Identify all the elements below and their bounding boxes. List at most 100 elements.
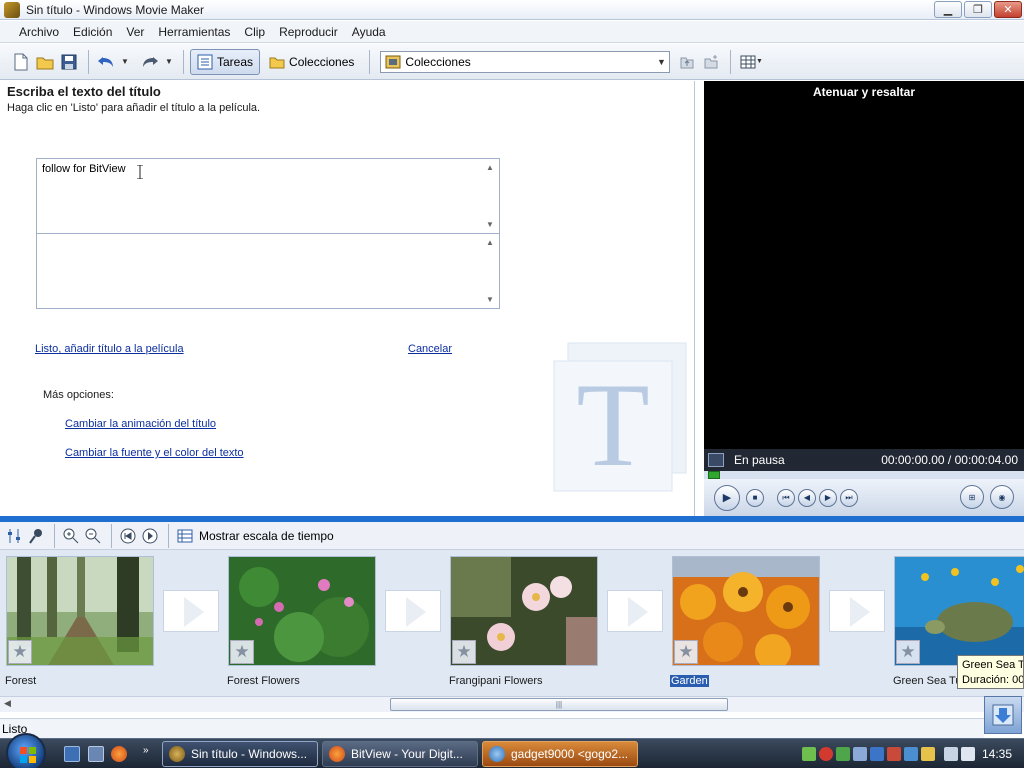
split-clip-button[interactable]: ⊞ (960, 485, 984, 509)
save-project-button[interactable] (58, 51, 80, 73)
show-timeline-icon-wrap[interactable] (175, 526, 195, 546)
transition-slot[interactable] (829, 590, 885, 632)
tray-messenger-icon[interactable] (853, 747, 867, 761)
play-circle-icon (142, 528, 158, 543)
menu-edicion[interactable]: Edición (66, 25, 119, 39)
set-audio-levels-button[interactable] (4, 526, 24, 546)
toolbar-separator (730, 49, 732, 74)
maximize-button[interactable]: ❐ (964, 1, 992, 18)
zoom-in-button[interactable] (61, 526, 81, 546)
scroll-left-icon[interactable]: ◀ (4, 698, 11, 709)
play-storyboard-button[interactable] (140, 526, 160, 546)
taskbar-clock[interactable]: 14:35 (982, 747, 1012, 761)
storyboard-horizontal-scrollbar[interactable]: ◀ ||| (0, 696, 1024, 712)
new-project-button[interactable] (10, 51, 32, 73)
transition-slot[interactable] (607, 590, 663, 632)
start-button[interactable] (6, 733, 46, 768)
preview-monitor: Atenuar y resaltar En pausa 00:00:00.00 … (704, 81, 1024, 516)
previous-frame-button[interactable]: ◀ (798, 488, 816, 507)
status-bar: Listo (0, 718, 984, 738)
collections-dropdown[interactable]: Colecciones ▼ (380, 50, 671, 73)
tray-display-icon[interactable] (904, 747, 918, 761)
change-font-color-link[interactable]: Cambiar la fuente y el color del texto (65, 447, 244, 459)
storyboard-clip[interactable]: ★ (450, 556, 598, 666)
clip-name-forest-flowers[interactable]: Forest Flowers (226, 675, 301, 687)
menu-archivo[interactable]: Archivo (12, 25, 66, 39)
stop-icon: ■ (752, 493, 758, 502)
new-collection-folder-button[interactable] (700, 51, 722, 73)
volume-icon[interactable] (961, 747, 975, 761)
menu-ver[interactable]: Ver (119, 25, 151, 39)
storyboard-clip[interactable]: ★ (228, 556, 376, 666)
chevron-down-icon: ▼ (656, 56, 666, 67)
taskbar-task-movie-maker[interactable]: Sin título - Windows... (162, 741, 318, 767)
collections-label: Colecciones (289, 54, 355, 69)
tray-antivirus-icon[interactable] (819, 747, 833, 761)
clip-name-garden[interactable]: Garden (670, 675, 709, 687)
save-to-computer-button[interactable] (984, 696, 1022, 734)
subtitle-text-input[interactable]: ▲ ▼ (36, 233, 500, 309)
star-icon: ★ (896, 640, 920, 664)
seek-bar[interactable] (704, 471, 1024, 479)
clip-name-forest[interactable]: Forest (4, 675, 37, 687)
tray-update-icon[interactable] (836, 747, 850, 761)
undo-dropdown[interactable]: ▼ (119, 51, 131, 73)
movie-maker-app-icon[interactable] (4, 1, 20, 18)
storyboard-clip[interactable]: ★ (894, 556, 1024, 666)
redo-button[interactable] (139, 51, 161, 73)
scrollbar-thumb[interactable]: ||| (390, 698, 728, 711)
scroll-up-icon: ▲ (486, 238, 494, 247)
narrate-timeline-button[interactable] (26, 526, 46, 546)
close-button[interactable]: ✕ (994, 1, 1022, 18)
stop-button[interactable]: ■ (746, 488, 764, 507)
title-text-input[interactable]: follow for BitView ▲ ▼ (36, 158, 500, 234)
views-button[interactable]: ▼ (737, 51, 765, 73)
transition-slot[interactable] (385, 590, 441, 632)
done-add-title-link[interactable]: Listo, añadir título a la película (35, 343, 184, 355)
show-timeline-button[interactable]: Mostrar escala de tiempo (199, 529, 334, 543)
show-desktop-icon[interactable] (64, 746, 80, 762)
cancel-link[interactable]: Cancelar (408, 343, 452, 355)
storyboard-clip-selected[interactable]: ★ (672, 556, 820, 666)
up-level-button[interactable] (676, 51, 698, 73)
take-picture-button[interactable]: ◉ (990, 485, 1014, 509)
tray-shield-icon[interactable] (802, 747, 816, 761)
firefox-icon[interactable] (111, 746, 127, 762)
quicklaunch-overflow-icon[interactable]: » (143, 745, 149, 756)
transition-slot[interactable] (163, 590, 219, 632)
taskbar-task-bitview[interactable]: BitView - Your Digit... (322, 741, 478, 767)
redo-dropdown[interactable]: ▼ (163, 51, 175, 73)
storyboard-clip[interactable]: ★ (6, 556, 154, 666)
menu-herramientas[interactable]: Herramientas (151, 25, 237, 39)
switch-windows-icon[interactable] (88, 746, 104, 762)
minimize-icon: ▁ (943, 4, 953, 16)
minimize-button[interactable]: ▁ (934, 1, 962, 18)
next-frame-end-button[interactable]: ⏭ (840, 488, 858, 507)
rewind-storyboard-button[interactable] (118, 526, 138, 546)
menu-ayuda[interactable]: Ayuda (345, 25, 393, 39)
open-project-button[interactable] (34, 51, 56, 73)
thumbnail-view-icon (740, 55, 756, 68)
tray-folder-icon[interactable] (921, 747, 935, 761)
play-button[interactable]: ▶ (714, 484, 740, 511)
tray-network-icon[interactable] (870, 747, 884, 761)
tasks-list-icon (197, 54, 213, 69)
title-text-scrollbar[interactable]: ▲ ▼ (483, 159, 499, 233)
preview-status-bar: En pausa 00:00:00.00 / 00:00:04.00 (704, 449, 1024, 471)
zoom-out-button[interactable] (83, 526, 103, 546)
subtitle-text-scrollbar[interactable]: ▲ ▼ (483, 234, 499, 308)
seek-thumb[interactable] (708, 471, 720, 479)
tray-app-icon[interactable] (887, 747, 901, 761)
tray-connection-icon[interactable] (944, 747, 958, 761)
clip-name-frangipani-flowers[interactable]: Frangipani Flowers (448, 675, 544, 687)
tasks-toggle-button[interactable]: Tareas (190, 48, 261, 75)
menu-clip[interactable]: Clip (237, 25, 272, 39)
next-frame-button[interactable]: ▶ (819, 488, 837, 507)
collections-dropdown-value: Colecciones (405, 54, 471, 69)
menu-reproducir[interactable]: Reproducir (272, 25, 345, 39)
previous-frame-start-button[interactable]: ⏮ (777, 488, 795, 507)
collections-toggle-button[interactable]: Colecciones (262, 49, 361, 75)
change-animation-link[interactable]: Cambiar la animación del título (65, 418, 216, 430)
undo-button[interactable] (95, 51, 117, 73)
taskbar-task-gadget[interactable]: gadget9000 <gogo2... (482, 741, 638, 767)
